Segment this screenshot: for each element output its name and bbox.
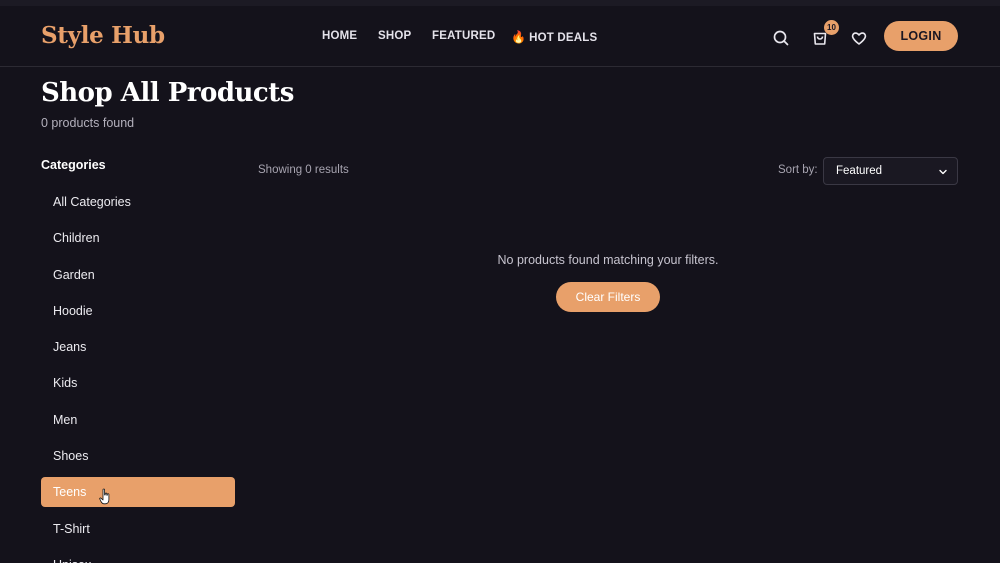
- nav-featured-link[interactable]: FEATURED: [432, 30, 495, 42]
- cart-count-badge: 10: [824, 20, 839, 35]
- nav-hot-deals-label: HOT DEALS: [529, 32, 598, 44]
- category-item-shoes[interactable]: Shoes: [41, 441, 235, 471]
- category-item-hoodie[interactable]: Hoodie: [41, 296, 235, 326]
- search-button[interactable]: [769, 26, 793, 50]
- hand-cursor-icon: [99, 488, 110, 505]
- category-list: All Categories Children Garden Hoodie Je…: [41, 187, 235, 563]
- category-item-jeans[interactable]: Jeans: [41, 332, 235, 362]
- categories-heading: Categories: [41, 158, 106, 172]
- site-header: Style Hub HOME SHOP FEATURED 🔥 HOT DEALS …: [0, 6, 1000, 67]
- category-item-kids[interactable]: Kids: [41, 368, 235, 398]
- category-item-men[interactable]: Men: [41, 405, 235, 435]
- empty-state-message: No products found matching your filters.: [497, 253, 719, 267]
- category-item-children[interactable]: Children: [41, 223, 235, 253]
- category-item-unisex[interactable]: Unisex: [41, 550, 235, 563]
- nav-hot-deals-link[interactable]: 🔥 HOT DEALS: [511, 30, 597, 44]
- category-item-all-categories[interactable]: All Categories: [41, 187, 235, 217]
- nav-shop-link[interactable]: SHOP: [378, 30, 411, 42]
- cart-button[interactable]: 10: [808, 20, 839, 50]
- sort-label: Sort by:: [778, 164, 818, 176]
- category-item-t-shirt[interactable]: T-Shirt: [41, 514, 235, 544]
- category-item-garden[interactable]: Garden: [41, 260, 235, 290]
- category-item-teens[interactable]: Teens: [41, 477, 235, 508]
- search-icon: [773, 30, 789, 46]
- heart-icon: [851, 32, 867, 45]
- nav-home-link[interactable]: HOME: [322, 30, 357, 42]
- sort-selected-value: Featured: [836, 165, 883, 177]
- clear-filters-button[interactable]: Clear Filters: [556, 282, 660, 312]
- wishlist-button[interactable]: [847, 26, 871, 50]
- sort-select[interactable]: Featured: [823, 157, 958, 185]
- chevron-down-icon: [939, 169, 947, 175]
- product-count: 0 products found: [41, 116, 135, 130]
- login-button[interactable]: LOGIN: [884, 21, 958, 51]
- results-count: Showing 0 results: [258, 164, 349, 176]
- page-title: Shop All Products: [41, 78, 294, 108]
- flame-icon: 🔥: [511, 30, 527, 44]
